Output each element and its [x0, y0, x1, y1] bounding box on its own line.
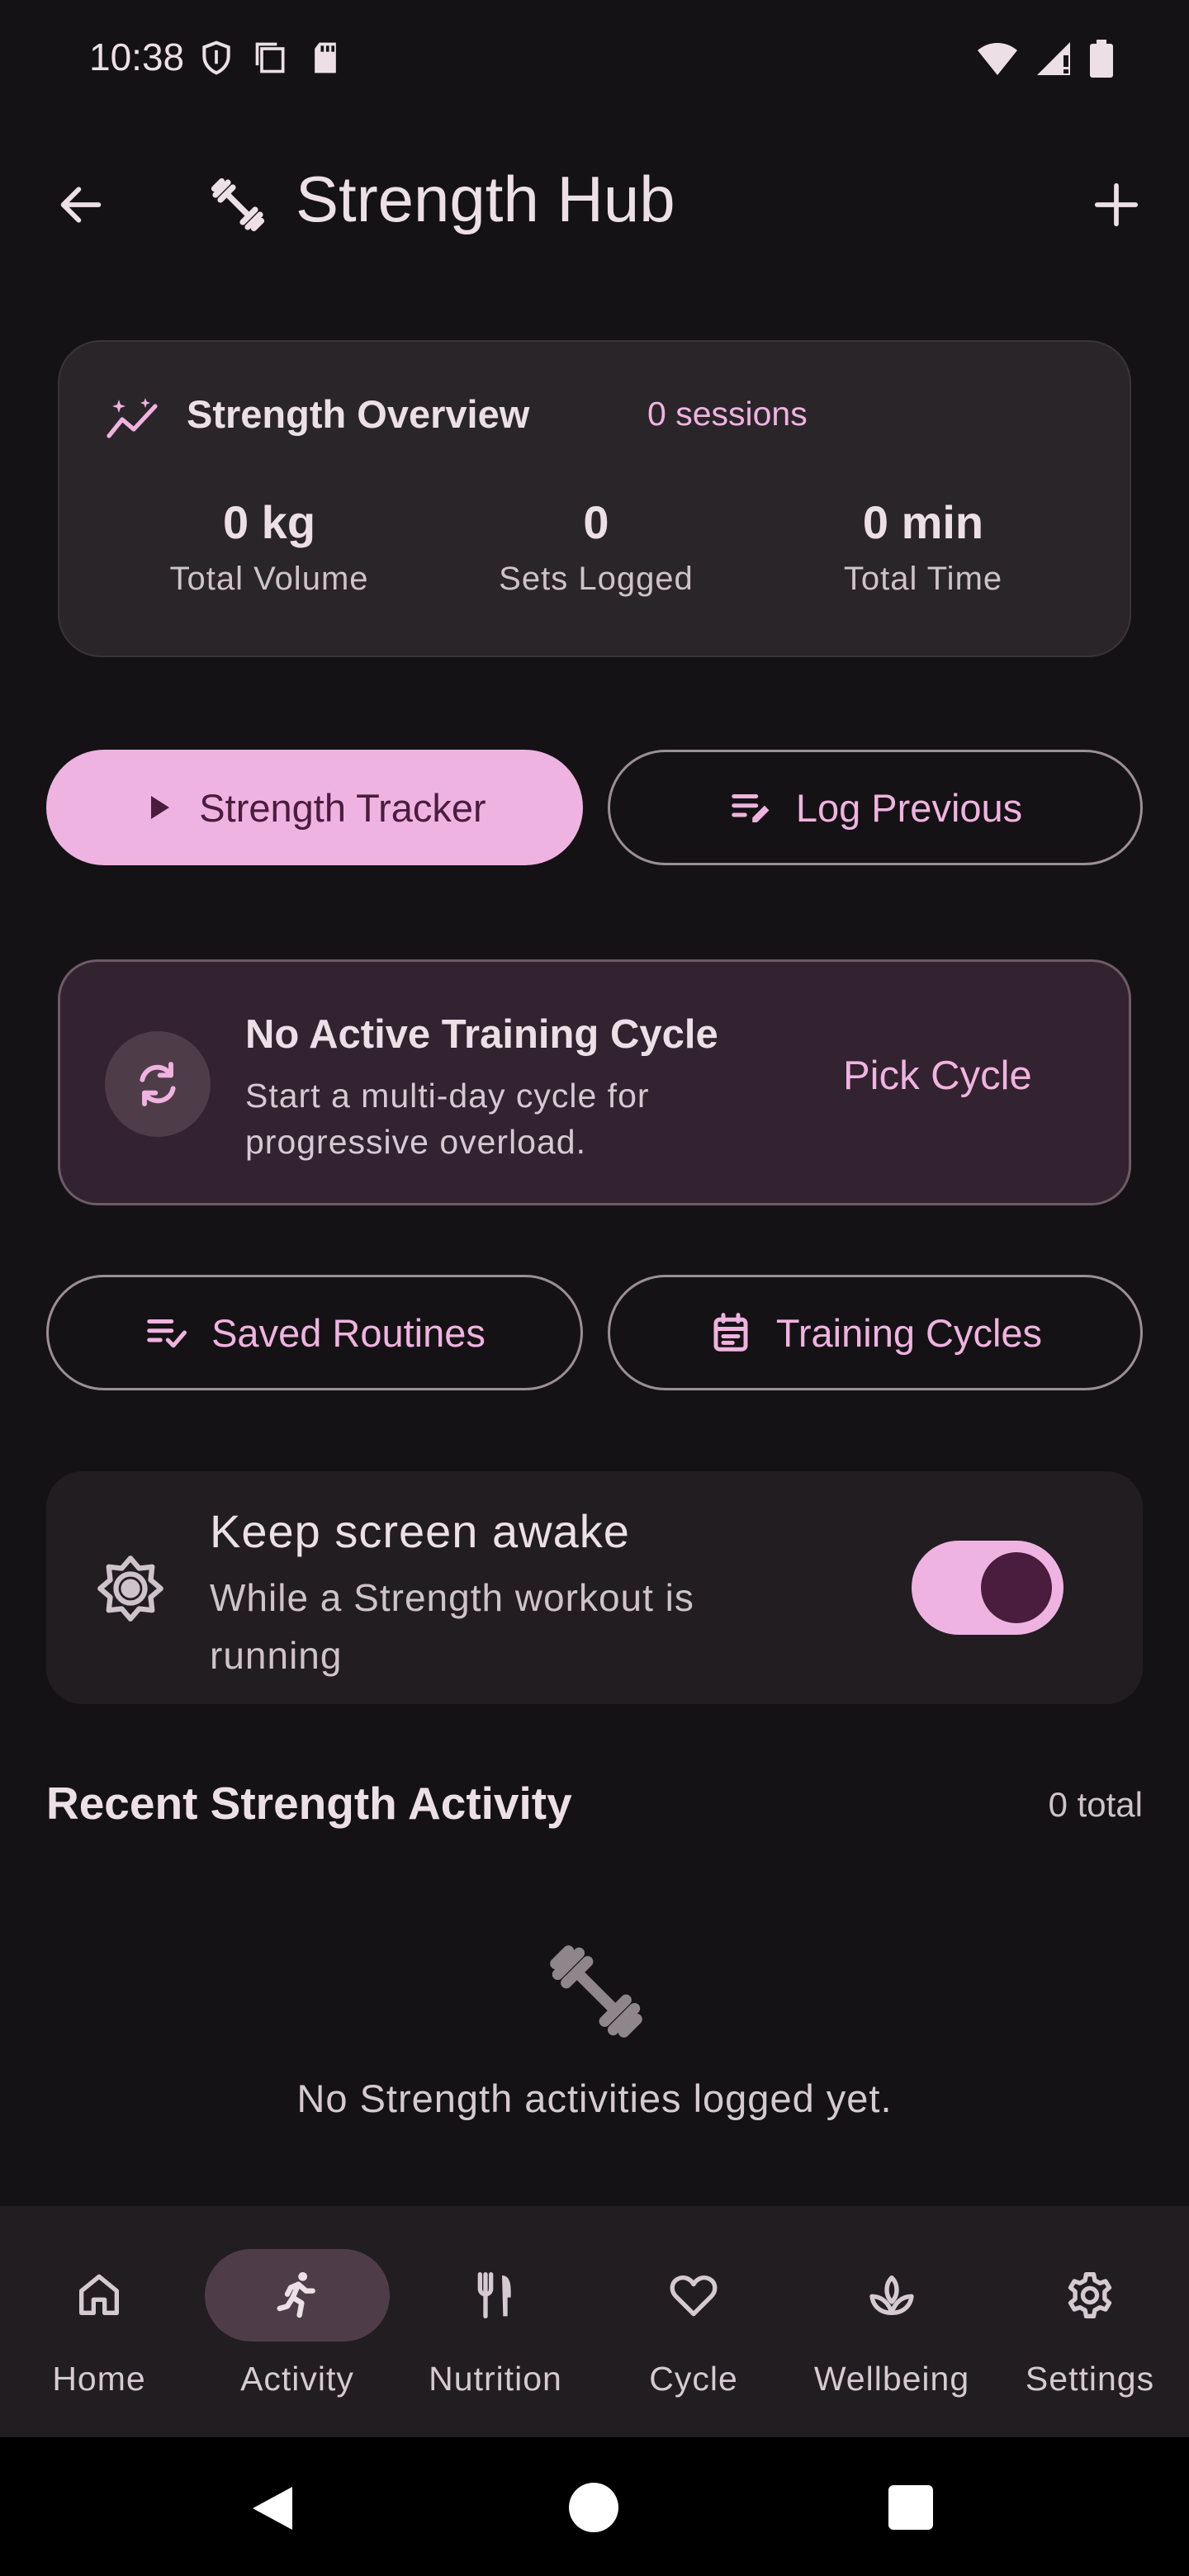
- log-previous-button[interactable]: Log Previous: [608, 750, 1143, 865]
- recent-activity-title: Recent Strength Activity: [46, 1778, 572, 1829]
- status-right-icons: [976, 40, 1113, 78]
- dumbbell-icon: [545, 1940, 647, 2043]
- strength-tracker-button[interactable]: Strength Tracker: [46, 750, 583, 865]
- nav-indicator: [997, 2249, 1182, 2342]
- nav-label: Nutrition: [429, 2360, 562, 2398]
- nav-item-settings[interactable]: Settings: [991, 2249, 1189, 2398]
- status-time: 10:38: [89, 36, 185, 78]
- nav-label: Activity: [240, 2360, 354, 2398]
- stat-sets-logged: 0 Sets Logged: [431, 495, 761, 598]
- cycle-description: Start a multi-day cycle for progressive …: [245, 1077, 650, 1161]
- nav-item-nutrition[interactable]: Nutrition: [396, 2249, 594, 2398]
- nav-item-activity[interactable]: Activity: [198, 2249, 396, 2398]
- pick-cycle-button[interactable]: Pick Cycle: [843, 1053, 1032, 1099]
- recent-activity-count: 0 total: [1048, 1785, 1143, 1824]
- sync-icon: [131, 1058, 184, 1110]
- wifi-icon: [976, 40, 1019, 77]
- keep-awake-toggle[interactable]: [912, 1541, 1063, 1635]
- nav-item-cycle[interactable]: Cycle: [594, 2249, 793, 2398]
- stat-value: 0 kg: [222, 496, 316, 548]
- keep-awake-title: Keep screen awake: [210, 1505, 630, 1557]
- saved-routines-label: Saved Routines: [211, 1310, 486, 1355]
- strength-overview-card: Strength Overview 0 sessions 0 kg Total …: [58, 340, 1131, 657]
- stat-label: Sets Logged: [499, 561, 694, 597]
- log-previous-label: Log Previous: [795, 785, 1023, 830]
- nav-indicator: [799, 2249, 984, 2342]
- nav-label: Wellbeing: [813, 2360, 970, 2398]
- brightness-icon: [96, 1554, 165, 1623]
- nav-label: Home: [52, 2360, 146, 2398]
- plus-icon: [1091, 179, 1142, 230]
- nav-item-wellbeing[interactable]: Wellbeing: [793, 2249, 991, 2398]
- cycle-icon-badge: [105, 1031, 211, 1137]
- bottom-navigation: Home Activity Nutrition Cycle Wellbeing …: [0, 2206, 1189, 2437]
- system-recents-icon[interactable]: [888, 2485, 933, 2530]
- playlist-check-icon: [144, 1310, 188, 1355]
- sd-card-icon: [307, 40, 343, 76]
- heart-icon: [667, 2269, 720, 2322]
- system-back-icon[interactable]: [249, 2484, 296, 2533]
- shield-icon: [198, 40, 234, 76]
- toggle-thumb: [981, 1552, 1052, 1623]
- training-cycles-button[interactable]: Training Cycles: [608, 1275, 1143, 1390]
- home-icon: [73, 2269, 126, 2322]
- status-left-icons: [198, 40, 343, 76]
- lotus-icon: [865, 2269, 918, 2322]
- nav-label: Settings: [1025, 2360, 1155, 2398]
- stat-label: Total Time: [843, 561, 1003, 597]
- nav-indicator: [403, 2249, 588, 2342]
- edit-note-icon: [728, 785, 773, 830]
- nav-label: Cycle: [649, 2360, 738, 2398]
- nav-indicator: [601, 2249, 786, 2342]
- battery-icon: [1090, 40, 1113, 78]
- stat-value: 0 min: [862, 496, 984, 548]
- saved-routines-button[interactable]: Saved Routines: [46, 1275, 583, 1390]
- dumbbell-icon: [208, 175, 268, 234]
- nav-item-home[interactable]: Home: [0, 2249, 198, 2398]
- signal-icon: [1035, 40, 1073, 77]
- system-navigation-bar: [0, 2437, 1189, 2576]
- back-button[interactable]: [48, 172, 114, 238]
- training-cycle-card: No Active Training Cycle Start a multi-d…: [58, 959, 1131, 1205]
- play-icon: [143, 791, 176, 824]
- sessions-count: 0 sessions: [647, 395, 808, 433]
- nav-indicator: [205, 2249, 390, 2342]
- page-title: Strength Hub: [296, 163, 675, 235]
- keep-awake-card: Keep screen awake While a Strength worko…: [46, 1471, 1143, 1704]
- empty-state-text: No Strength activities logged yet.: [296, 2076, 893, 2120]
- screenshot-icon: [253, 40, 289, 76]
- add-button[interactable]: [1080, 168, 1153, 241]
- calendar-icon: [708, 1310, 753, 1355]
- training-cycles-label: Training Cycles: [775, 1310, 1043, 1355]
- fork-knife-icon: [469, 2269, 522, 2322]
- nav-indicator: [7, 2249, 192, 2342]
- system-home-icon[interactable]: [568, 2482, 619, 2533]
- arrow-back-icon: [54, 178, 107, 231]
- gear-icon: [1063, 2269, 1116, 2322]
- stat-total-volume: 0 kg Total Volume: [104, 495, 434, 598]
- keep-awake-description: While a Strength workout is running: [210, 1576, 694, 1677]
- overview-title: Strength Overview: [187, 392, 530, 436]
- stat-label: Total Volume: [169, 561, 369, 597]
- trending-sparkle-icon: [106, 396, 162, 443]
- cycle-title: No Active Training Cycle: [245, 1012, 718, 1057]
- stat-total-time: 0 min Total Time: [758, 495, 1088, 598]
- stat-value: 0: [583, 496, 609, 548]
- run-icon: [271, 2269, 324, 2322]
- strength-tracker-label: Strength Tracker: [199, 785, 486, 830]
